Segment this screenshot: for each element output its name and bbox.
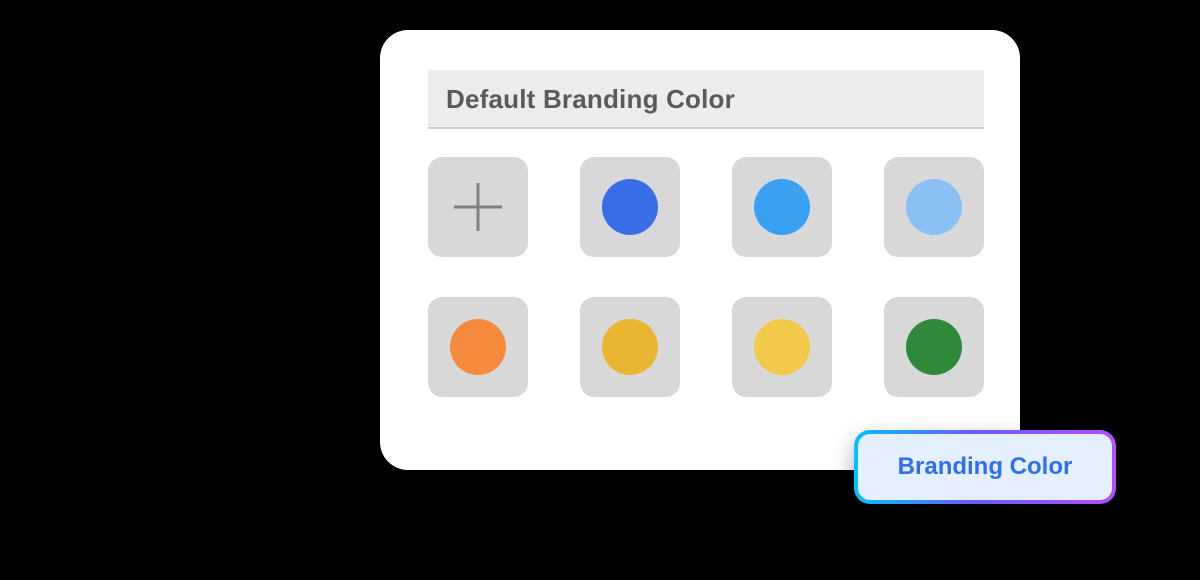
color-swatch-gold[interactable] bbox=[580, 297, 680, 397]
color-swatch-yellow[interactable] bbox=[732, 297, 832, 397]
color-swatch-blue[interactable] bbox=[580, 157, 680, 257]
callout-label: Branding Color bbox=[898, 453, 1073, 481]
color-circle bbox=[602, 319, 658, 375]
plus-icon bbox=[454, 183, 502, 231]
color-circle bbox=[906, 319, 962, 375]
color-swatch-sky-blue[interactable] bbox=[732, 157, 832, 257]
add-color-button[interactable] bbox=[428, 157, 528, 257]
color-swatch-green[interactable] bbox=[884, 297, 984, 397]
color-circle bbox=[602, 179, 658, 235]
branding-color-panel: Default Branding Color bbox=[380, 30, 1020, 470]
panel-header-field: Default Branding Color bbox=[428, 70, 984, 129]
color-circle bbox=[754, 179, 810, 235]
color-circle bbox=[906, 179, 962, 235]
callout-inner: Branding Color bbox=[858, 434, 1112, 500]
color-circle bbox=[754, 319, 810, 375]
color-swatch-grid bbox=[428, 157, 984, 397]
color-circle bbox=[450, 319, 506, 375]
panel-title: Default Branding Color bbox=[446, 84, 966, 115]
color-swatch-light-blue[interactable] bbox=[884, 157, 984, 257]
branding-color-callout[interactable]: Branding Color bbox=[854, 430, 1116, 504]
color-swatch-orange[interactable] bbox=[428, 297, 528, 397]
